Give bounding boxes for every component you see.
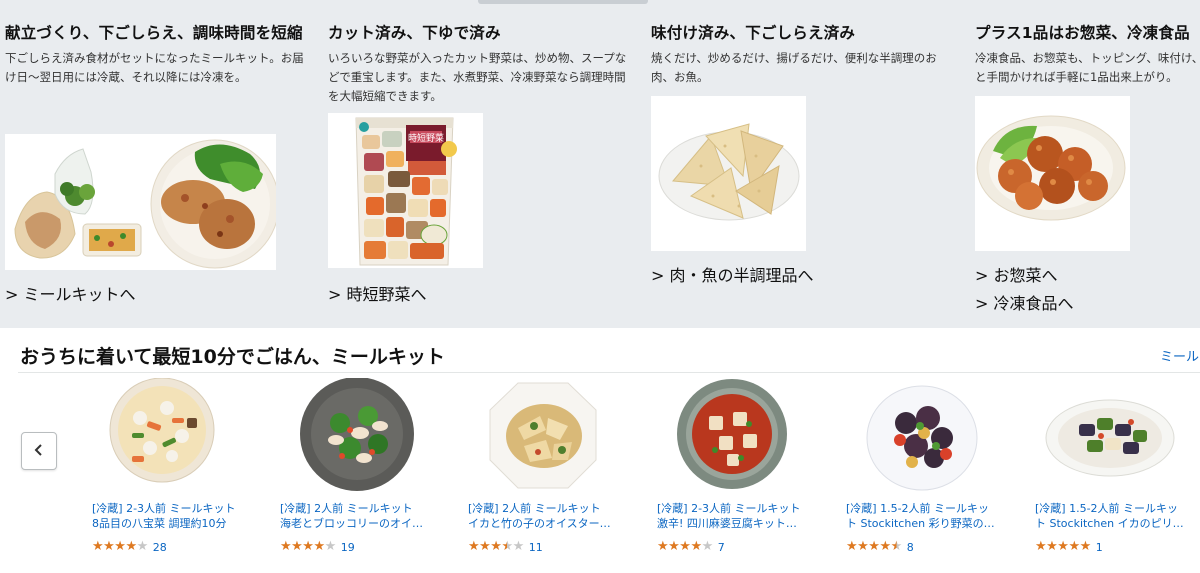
review-count[interactable]: 28 [153, 541, 167, 554]
meal-kit-link[interactable]: > ミールキットへ [5, 281, 136, 305]
review-count[interactable]: 11 [529, 541, 543, 554]
product-title-line[interactable]: 8品目の八宝菜 調理約10分 [92, 516, 252, 531]
see-all-link[interactable]: ミールキット [1160, 346, 1200, 365]
promo-column-deli-frozen: プラス1品はお惣菜、冷凍食品 冷凍食品、お惣菜も、トッピング、味付け、ひと手間か… [975, 22, 1200, 87]
promo-description: いろいろな野菜が入ったカット野菜は、炒め物、スープなどで重宝します。また、水煮野… [328, 51, 627, 103]
promo-title: プラス1品はお惣菜、冷凍食品 [975, 24, 1190, 42]
review-count[interactable]: 8 [907, 541, 914, 554]
product-image[interactable] [280, 377, 455, 498]
meal-kit-carousel: おうちに着いて最短10分でごはん、ミールキット ミールキット [冷蔵] 2-3人… [0, 328, 1200, 573]
breaded-fish-photo[interactable] [651, 96, 806, 251]
promo-description: 冷凍食品、お惣菜も、トッピング、味付け、ひと手間かければ手軽に1品出来上がり。 [975, 51, 1200, 84]
product-image[interactable] [1035, 378, 1200, 498]
product-title[interactable]: [冷蔵] 2人前 ミールキット 海老とブロッコリーのオイ… [280, 501, 440, 531]
product-image[interactable] [657, 378, 832, 498]
product-title[interactable]: [冷蔵] 2-3人前 ミールキット 8品目の八宝菜 調理約10分 [92, 501, 252, 531]
product-rating[interactable]: ★★★★★ 8 [846, 540, 914, 554]
product-rating[interactable]: ★★★★★ 19 [280, 540, 355, 554]
product-rating[interactable]: ★★★★★ 1 [1035, 540, 1103, 554]
product-card[interactable]: [冷蔵] 1.5-2人前 ミールキッ ト Stockitchen 彩り野菜の… … [846, 378, 1021, 554]
carousel-prev-button[interactable] [21, 432, 57, 470]
product-card[interactable]: [冷蔵] 2-3人前 ミールキット 激辛! 四川麻婆豆腐キット… ★★★★★ 7 [657, 378, 832, 554]
chevron-left-icon [33, 442, 45, 461]
star-rating-icon: ★★★★★ [1035, 539, 1091, 554]
star-rating-icon: ★★★★★ [280, 539, 336, 554]
product-title-line[interactable]: [冷蔵] 1.5-2人前 ミールキッ [846, 501, 1006, 516]
promo-column-semi-prepared: 味付け済み、下ごしらえ済み 焼くだけ、炒めるだけ、揚げるだけ、便利な半調理のお肉… [651, 22, 951, 87]
product-title-line[interactable]: [冷蔵] 1.5-2人前 ミールキッ [1035, 501, 1195, 516]
divider [18, 372, 1200, 373]
product-card[interactable]: [冷蔵] 2-3人前 ミールキット 8品目の八宝菜 調理約10分 ★★★★★ 2… [92, 377, 267, 554]
semi-prepared-meat-fish-link[interactable]: > 肉・魚の半調理品へ [651, 262, 814, 286]
star-rating-icon: ★★★★★ [846, 539, 902, 554]
star-rating-icon: ★★★★★ [92, 539, 148, 554]
product-rating[interactable]: ★★★★★ 11 [468, 540, 543, 554]
vegetable-package-photo[interactable]: 時短野菜 [328, 113, 483, 268]
package-label: 時短野菜 [408, 132, 444, 144]
quick-vegetables-link[interactable]: > 時短野菜へ [328, 281, 427, 305]
product-title-line[interactable]: 海老とブロッコリーのオイ… [280, 516, 440, 531]
promo-title: 味付け済み、下ごしらえ済み [651, 24, 856, 42]
carousel-heading: おうちに着いて最短10分でごはん、ミールキット [20, 346, 445, 368]
product-title-line[interactable]: ト Stockitchen 彩り野菜の… [846, 516, 1006, 531]
promo-column-cut-vegetables: カット済み、下ゆで済み いろいろな野菜が入ったカット野菜は、炒め物、スープなどで… [328, 22, 628, 106]
promo-title: カット済み、下ゆで済み [328, 24, 501, 42]
product-title-line[interactable]: イカと竹の子のオイスター… [468, 516, 628, 531]
star-rating-icon: ★★★★★ [657, 539, 713, 554]
promo-description: 焼くだけ、炒めるだけ、揚げるだけ、便利な半調理のお肉、お魚。 [651, 51, 937, 84]
product-title[interactable]: [冷蔵] 1.5-2人前 ミールキッ ト Stockitchen 彩り野菜の… [846, 501, 1006, 531]
product-title-line[interactable]: [冷蔵] 2-3人前 ミールキット [657, 501, 817, 516]
review-count[interactable]: 1 [1096, 541, 1103, 554]
product-title-line[interactable]: [冷蔵] 2人前 ミールキット [280, 501, 440, 516]
meal-kit-photo[interactable] [5, 134, 276, 270]
review-count[interactable]: 19 [341, 541, 355, 554]
product-card[interactable]: [冷蔵] 2人前 ミールキット イカと竹の子のオイスター… ★★★★★ 11 [468, 378, 643, 554]
product-title-line[interactable]: [冷蔵] 2-3人前 ミールキット [92, 501, 252, 516]
fried-chicken-photo[interactable] [975, 96, 1130, 251]
product-card[interactable]: [冷蔵] 2人前 ミールキット 海老とブロッコリーのオイ… ★★★★★ 19 [280, 377, 455, 554]
promo-section: 献立づくり、下ごしらえ、調味時間を短縮 下ごしらえ済み食材がセットになったミール… [0, 0, 1200, 326]
review-count[interactable]: 7 [718, 541, 725, 554]
product-rating[interactable]: ★★★★★ 7 [657, 540, 725, 554]
promo-title: 献立づくり、下ごしらえ、調味時間を短縮 [5, 24, 303, 42]
product-image[interactable] [92, 377, 267, 498]
star-rating-icon: ★★★★★ [468, 539, 524, 554]
product-title-line[interactable]: ト Stockitchen イカのピリ… [1035, 516, 1195, 531]
product-title[interactable]: [冷蔵] 2-3人前 ミールキット 激辛! 四川麻婆豆腐キット… [657, 501, 817, 531]
product-title[interactable]: [冷蔵] 2人前 ミールキット イカと竹の子のオイスター… [468, 501, 628, 531]
product-rating[interactable]: ★★★★★ 28 [92, 540, 167, 554]
product-title[interactable]: [冷蔵] 1.5-2人前 ミールキッ ト Stockitchen イカのピリ… [1035, 501, 1195, 531]
product-image[interactable] [468, 378, 643, 498]
product-title-line[interactable]: [冷蔵] 2人前 ミールキット [468, 501, 628, 516]
frozen-food-link[interactable]: > 冷凍食品へ [975, 290, 1074, 314]
product-title-line[interactable]: 激辛! 四川麻婆豆腐キット… [657, 516, 817, 531]
promo-column-meal-kit: 献立づくり、下ごしらえ、調味時間を短縮 下ごしらえ済み食材がセットになったミール… [5, 22, 305, 87]
product-image[interactable] [846, 378, 1021, 498]
promo-description: 下ごしらえ済み食材がセットになったミールキット。お届け日～翌日用には冷蔵、それ以… [5, 51, 304, 84]
product-card[interactable]: [冷蔵] 1.5-2人前 ミールキッ ト Stockitchen イカのピリ… … [1035, 378, 1200, 554]
deli-link[interactable]: > お惣菜へ [975, 262, 1058, 286]
